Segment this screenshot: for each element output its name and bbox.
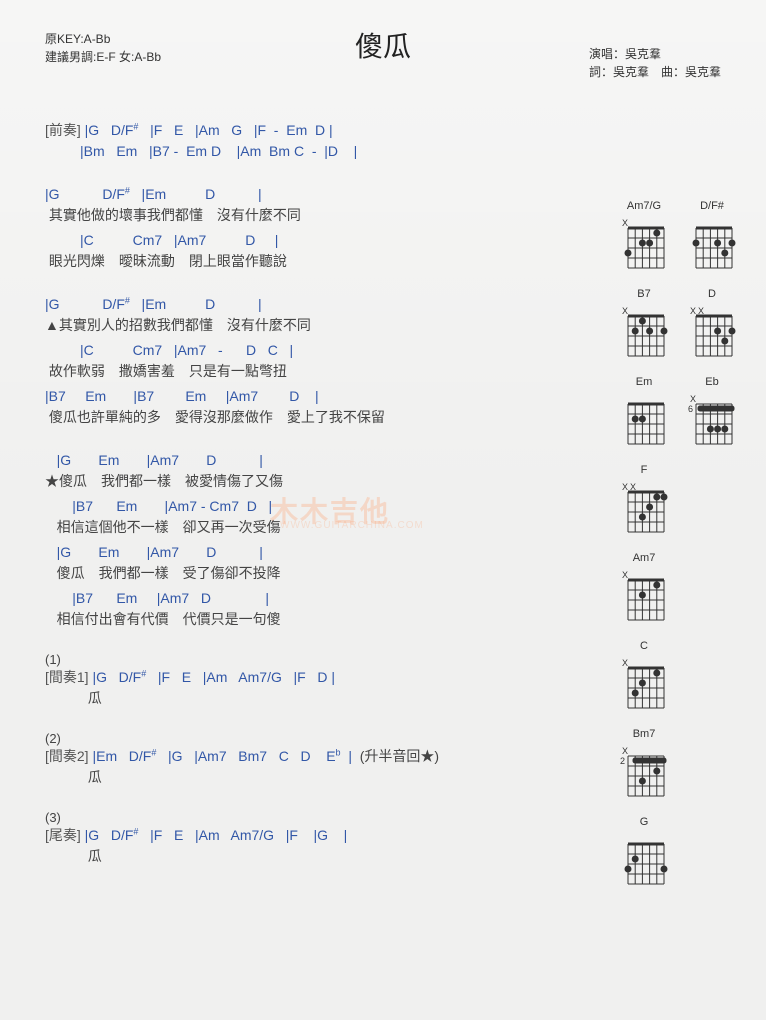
chord-line: |B7 Em |B7 Em |Am7 D | [45,386,565,407]
intro-line1: [前奏] |G D/F# |F E |Am G |F - Em D | [45,120,565,141]
intro-line2: |Bm Em |B7 - Em D |Am Bm C - |D | [45,141,565,162]
svg-text:X: X [622,746,628,756]
chord-line: |B7 Em |Am7 - Cm7 D | [45,496,565,517]
lyric-line: 相信付出會有代價 代價只是一句傻 [45,609,565,630]
svg-text:X: X [622,218,628,228]
lyric-line: 故作軟弱 撒嬌害羞 只是有一點彆扭 [45,361,565,382]
chord-diagram-em: Em [620,376,668,446]
chord-diagram-f: F XX [620,464,668,534]
outro2-num: (2) [45,731,565,746]
verse1: |G D/F# |Em D | 其實他做的壞事我們都懂 沒有什麼不同 |C Cm… [45,184,565,272]
outro3-chords: [尾奏] |G D/F# |F E |Am Am7/G |F |G | [45,825,565,846]
chord-line: |B7 Em |Am7 D | [45,588,565,609]
lyric-line: 傻瓜也許單純的多 愛得沒那麼做作 愛上了我不保留 [45,407,565,428]
lyric-line: 眼光閃爍 曖昧流動 閉上眼當作聽說 [45,251,565,272]
chord-diagram-g: G [620,816,668,886]
lyric-line: 其實他做的壞事我們都懂 沒有什麼不同 [45,205,565,226]
chord-diagram-d: D XX [688,288,736,358]
outro3: [尾奏] |G D/F# |F E |Am Am7/G |F |G | 瓜 [45,825,565,867]
outro2-lyric: 瓜 [45,767,565,788]
lyric-line: ★傻瓜 我們都一樣 被愛情傷了又傷 [45,471,565,492]
chord-diagram-bm7: Bm7 X2 [620,728,668,798]
svg-text:2: 2 [620,756,625,766]
chord-diagram-c: C X [620,640,668,710]
outro1-num: (1) [45,652,565,667]
header-key-info: 原KEY:A-Bb 建議男調:E-F 女:A-Bb [45,30,161,66]
outro3-lyric: 瓜 [45,846,565,867]
chord-diagram-eb: Eb X6 [688,376,736,446]
original-key: 原KEY:A-Bb [45,30,161,48]
lyric-line: ▲其實別人的招數我們都懂 沒有什麼不同 [45,315,565,336]
chorus: |G Em |Am7 D | ★傻瓜 我們都一樣 被愛情傷了又傷 |B7 Em … [45,450,565,630]
chord-diagram-am7: Am7 X [620,552,668,622]
verse2: |G D/F# |Em D | ▲其實別人的招數我們都懂 沒有什麼不同 |C C… [45,294,565,428]
chord-diagrams: Am7/G X D/F# B7 X D XX Em Eb [620,200,736,886]
suggested-key: 建議男調:E-F 女:A-Bb [45,48,161,66]
intro-section: [前奏] |G D/F# |F E |Am G |F - Em D | |Bm … [45,120,565,162]
outro1: [間奏1] |G D/F# |F E |Am Am7/G |F D | 瓜 [45,667,565,709]
outro1-lyric: 瓜 [45,688,565,709]
lyric-line: 相信這個他不一樣 卻又再一次受傷 [45,517,565,538]
chord-line: |C Cm7 |Am7 - D C | [45,340,565,361]
chord-line: |G Em |Am7 D | [45,450,565,471]
chord-line: |C Cm7 |Am7 D | [45,230,565,251]
lyrics-composer: 詞：吳克羣 曲：吳克羣 [589,63,721,81]
outro2-chords: [間奏2] |Em D/F# |G |Am7 Bm7 C D Eb | (升半音… [45,746,565,767]
svg-text:X: X [622,482,628,492]
outro3-num: (3) [45,810,565,825]
svg-text:X: X [622,570,628,580]
chord-line: |G D/F# |Em D | [45,294,565,315]
outro1-chords: [間奏1] |G D/F# |F E |Am Am7/G |F D | [45,667,565,688]
svg-text:X: X [622,306,628,316]
svg-text:X: X [622,658,628,668]
chord-diagram-dfs: D/F# [688,200,736,270]
chord-line: |G Em |Am7 D | [45,542,565,563]
chord-diagram-am7g: Am7/G X [620,200,668,270]
svg-text:X: X [690,306,696,316]
chord-line: |G D/F# |Em D | [45,184,565,205]
svg-text:6: 6 [688,404,693,414]
chord-diagram-b7: B7 X [620,288,668,358]
svg-text:X: X [690,394,696,404]
performer: 演唱：吳克羣 [589,45,721,63]
lyric-line: 傻瓜 我們都一樣 受了傷卻不投降 [45,563,565,584]
header-credits: 演唱：吳克羣 詞：吳克羣 曲：吳克羣 [589,45,721,81]
outro2: [間奏2] |Em D/F# |G |Am7 Bm7 C D Eb | (升半音… [45,746,565,788]
